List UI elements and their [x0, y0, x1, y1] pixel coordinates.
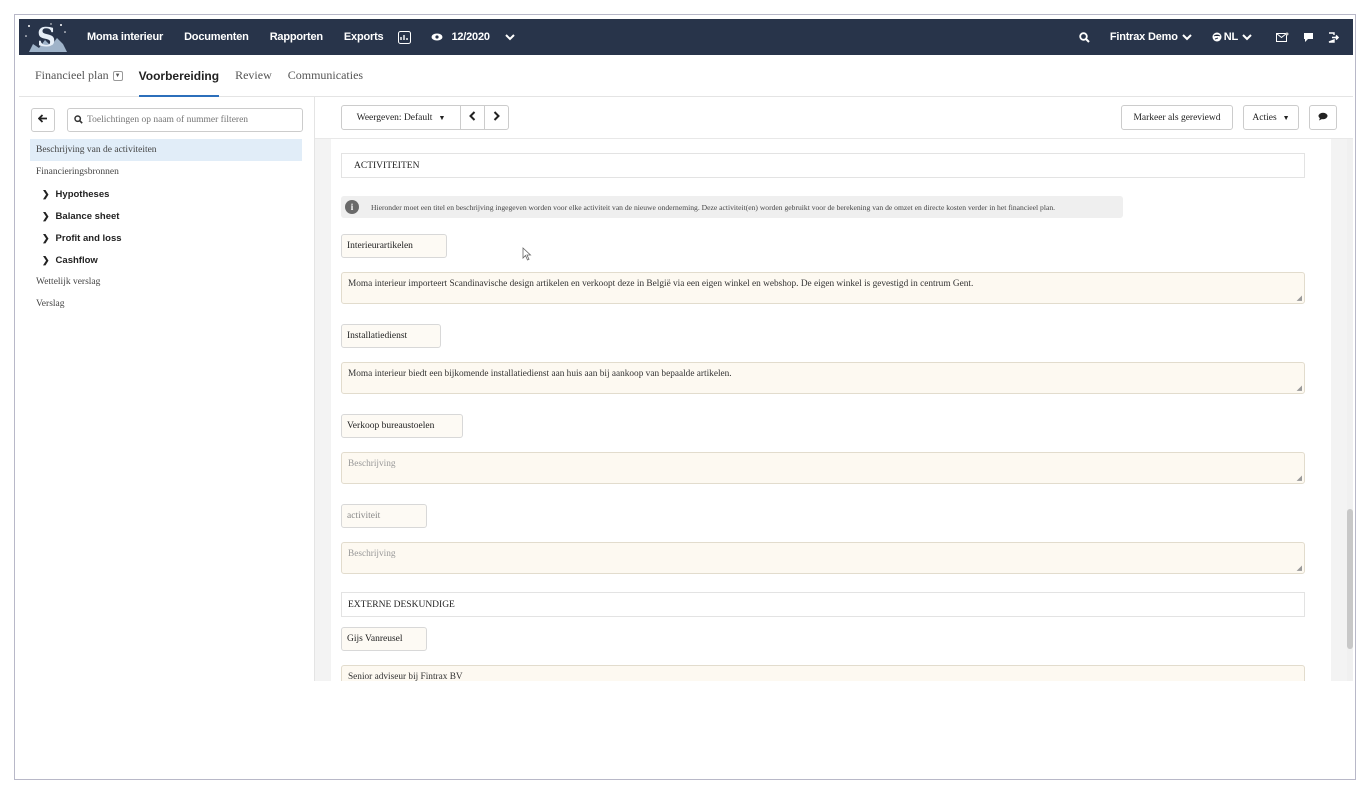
filter-input[interactable] — [87, 115, 287, 125]
scrollbar-thumb[interactable] — [1347, 509, 1353, 649]
actions-label: Acties — [1252, 112, 1277, 123]
chevron-right-icon[interactable]: ❯ — [42, 189, 50, 200]
activity-title-input[interactable]: Verkoop bureaustoelen — [341, 414, 463, 438]
resize-grip-icon[interactable]: ◢ — [1297, 474, 1302, 482]
resize-grip-icon[interactable]: ◢ — [1297, 294, 1302, 302]
main-toolbar: Weergeven: Default ▼ Markeer als gerevie… — [315, 97, 1353, 139]
activity-title-input[interactable]: activiteit — [341, 504, 427, 528]
top-navbar: S Moma interieur Documenten Rapporten Ex… — [19, 19, 1353, 55]
tree-item-profit-and-loss-label: Profit and loss — [55, 232, 122, 244]
mark-reviewed-button[interactable]: Markeer als gereviewd — [1121, 105, 1233, 130]
globe-icon — [1212, 32, 1222, 42]
tab-financieel-plan-label: Financieel plan — [35, 68, 109, 82]
expert-description-text: Senior adviseur bij Fintrax BV — [348, 672, 463, 681]
tree-item-hypotheses[interactable]: ❯ Hypotheses — [30, 183, 302, 205]
user-menu[interactable]: Fintrax Demo — [1110, 31, 1178, 43]
arrow-left-icon — [37, 114, 48, 126]
left-toolbar — [19, 97, 314, 135]
nav-tree: Beschrijving van de activiteiten Financi… — [19, 139, 314, 315]
tab-review[interactable]: Review — [235, 55, 272, 97]
view-dropdown[interactable]: Weergeven: Default ▼ — [341, 105, 461, 130]
chevron-down-icon[interactable] — [505, 33, 515, 41]
comment-icon — [1318, 112, 1328, 124]
description-placeholder: Beschrijving — [348, 459, 396, 469]
comment-icon[interactable] — [1303, 32, 1314, 43]
view-dropdown-label: Weergeven: Default — [356, 112, 433, 123]
mouse-cursor-icon — [522, 247, 532, 261]
content-scrollbar[interactable] — [1347, 139, 1353, 681]
filter-field[interactable] — [67, 108, 303, 132]
tree-item-verslag[interactable]: Verslag — [30, 293, 302, 315]
activity-description-text: Moma interieur biedt een bijkomende inst… — [348, 369, 732, 379]
resize-grip-icon[interactable]: ◢ — [1297, 564, 1302, 572]
info-text: Hieronder moet een titel en beschrijving… — [371, 202, 1056, 212]
tree-item-hypotheses-label: Hypotheses — [55, 188, 110, 200]
nav-moma-interieur[interactable]: Moma interieur — [87, 31, 163, 43]
nav-documenten[interactable]: Documenten — [184, 31, 249, 43]
eye-icon — [431, 32, 443, 42]
caret-down-icon[interactable]: ▼ — [112, 70, 123, 81]
nav-exports[interactable]: Exports — [344, 31, 384, 43]
language-chevron-icon[interactable] — [1242, 33, 1252, 41]
s-logo-icon[interactable]: S — [19, 19, 73, 55]
section-activiteiten: ACTIVITEITEN — [341, 153, 1305, 178]
expert-name-input[interactable]: Gijs Vanreusel — [341, 627, 427, 651]
left-panel: Beschrijving van de activiteiten Financi… — [19, 97, 315, 681]
tab-financieel-plan[interactable]: Financieel plan ▼ — [35, 55, 123, 97]
toolbar-actions: Markeer als gereviewd Acties ▼ — [1121, 105, 1337, 130]
tree-item-cashflow[interactable]: ❯ Cashflow — [30, 249, 302, 271]
tab-communicaties[interactable]: Communicaties — [288, 55, 363, 97]
resize-grip-icon[interactable]: ◢ — [1297, 384, 1302, 392]
description-placeholder: Beschrijving — [348, 549, 396, 559]
caret-down-icon: ▼ — [438, 113, 446, 122]
activity-title-input[interactable]: Interieurartikelen — [341, 234, 447, 258]
nav-rapporten[interactable]: Rapporten — [270, 31, 323, 43]
view-navigation: Weergeven: Default ▼ — [341, 105, 509, 130]
comments-button[interactable] — [1309, 105, 1337, 130]
language-selector[interactable]: NL — [1224, 31, 1238, 43]
chevron-right-icon[interactable]: ❯ — [42, 211, 50, 222]
svg-text:S: S — [37, 23, 56, 53]
info-icon: i — [345, 200, 359, 214]
chevron-right-icon[interactable]: ❯ — [42, 255, 50, 266]
chevron-right-icon — [493, 111, 500, 124]
mail-icon[interactable] — [1276, 32, 1289, 42]
tree-item-cashflow-label: Cashflow — [55, 254, 98, 266]
period-selector[interactable]: 12/2020 — [451, 31, 490, 43]
tree-item-beschrijving[interactable]: Beschrijving van de activiteiten — [30, 139, 302, 161]
info-message: i Hieronder moet een titel en beschrijvi… — [341, 196, 1123, 218]
sub-tabs: Financieel plan ▼ Voorbereiding Review C… — [19, 55, 1353, 97]
tab-voorbereiding[interactable]: Voorbereiding — [138, 55, 220, 97]
search-icon[interactable] — [1079, 31, 1090, 43]
tree-item-profit-and-loss[interactable]: ❯ Profit and loss — [30, 227, 302, 249]
tree-item-balance-sheet-label: Balance sheet — [55, 210, 120, 222]
activity-description-text: Moma interieur importeert Scandinavische… — [348, 279, 974, 289]
activity-description-input[interactable]: Moma interieur biedt een bijkomende inst… — [341, 362, 1305, 394]
tree-item-balance-sheet[interactable]: ❯ Balance sheet — [30, 205, 302, 227]
logout-icon[interactable] — [1328, 31, 1339, 43]
activity-description-input[interactable]: Moma interieur importeert Scandinavische… — [341, 272, 1305, 304]
tree-item-financieringsbronnen[interactable]: Financieringsbronnen — [30, 161, 302, 183]
main-area: Weergeven: Default ▼ Markeer als gerevie… — [315, 97, 1353, 681]
tree-item-wettelijk-verslag[interactable]: Wettelijk verslag — [30, 271, 302, 293]
back-button[interactable] — [31, 108, 55, 132]
caret-down-icon: ▼ — [1282, 113, 1290, 122]
app-window: S Moma interieur Documenten Rapporten Ex… — [14, 14, 1356, 780]
chart-icon[interactable] — [398, 30, 412, 44]
chevron-right-icon[interactable]: ❯ — [42, 233, 50, 244]
user-chevron-icon[interactable] — [1182, 33, 1192, 41]
activity-description-input[interactable]: Beschrijving ◢ — [341, 542, 1305, 574]
content-panel: ACTIVITEITEN i Hieronder moet een titel … — [331, 139, 1331, 681]
next-button[interactable] — [484, 105, 509, 130]
chevron-left-icon — [469, 111, 476, 124]
activity-description-input[interactable]: Beschrijving ◢ — [341, 452, 1305, 484]
expert-description-input[interactable]: Senior adviseur bij Fintrax BV — [341, 665, 1305, 681]
actions-dropdown[interactable]: Acties ▼ — [1243, 105, 1299, 130]
prev-button[interactable] — [460, 105, 485, 130]
search-icon — [74, 111, 83, 129]
section-externe-deskundige: EXTERNE DESKUNDIGE — [341, 592, 1305, 617]
activity-title-input[interactable]: Installatiedienst — [341, 324, 441, 348]
